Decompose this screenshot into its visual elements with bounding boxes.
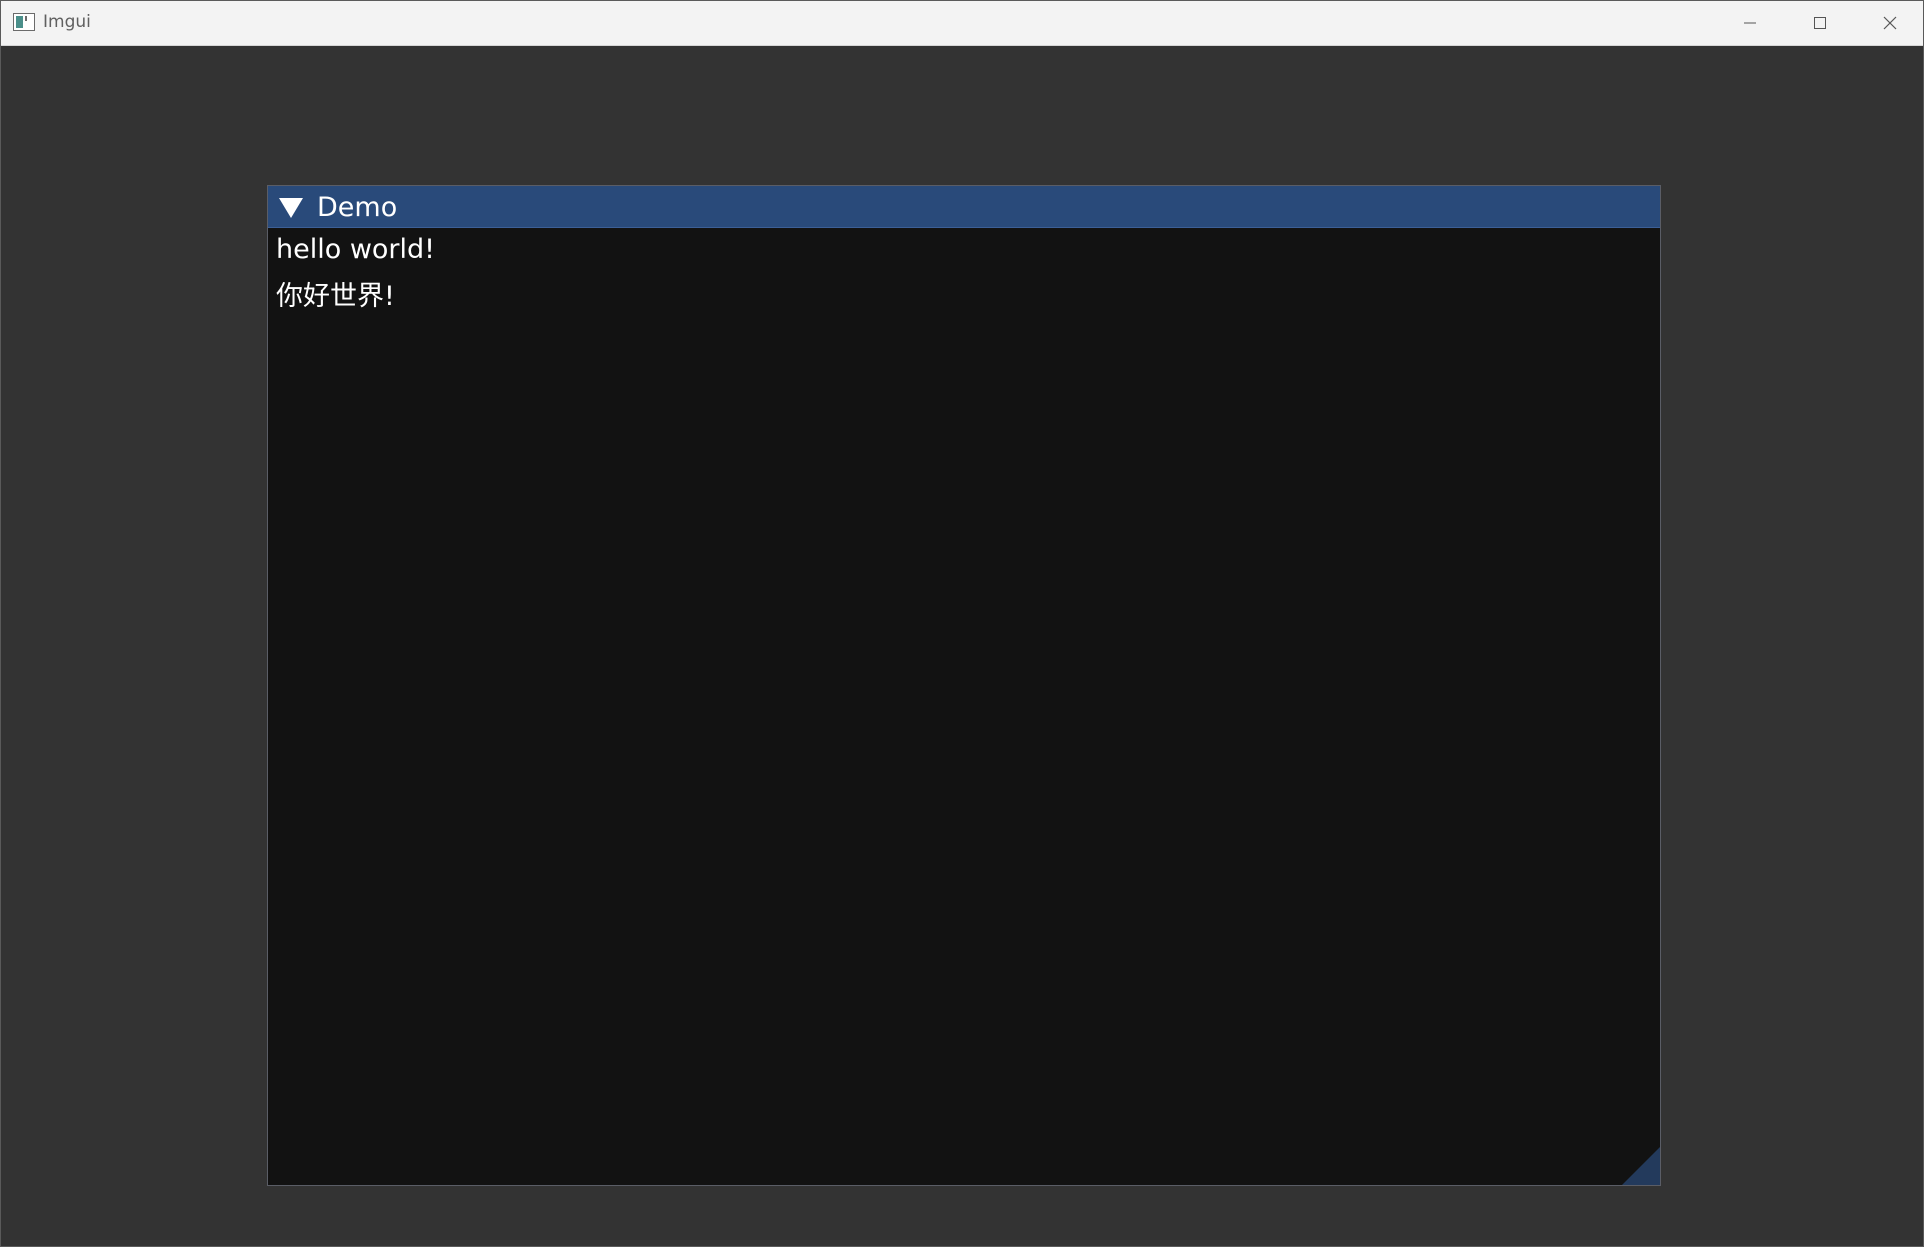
chinese-hello-world-text: 你好世界! [276,281,395,312]
client-area: Demo hello world! 你好世界! [1,46,1923,1246]
close-button[interactable] [1857,1,1923,45]
maximize-button[interactable] [1787,1,1853,45]
demo-window-content: hello world! 你好世界! [268,228,1660,1185]
window-titlebar[interactable]: Imgui [1,1,1923,46]
resize-grip-icon[interactable] [1622,1147,1660,1185]
minimize-button[interactable] [1717,1,1783,45]
window-title: Imgui [43,12,91,32]
demo-window[interactable]: Demo hello world! 你好世界! [267,185,1661,1186]
close-icon [1883,16,1897,30]
collapse-arrow-icon[interactable] [278,197,304,219]
application-window: Imgui Demo hello world! 你好世界! [0,0,1924,1247]
demo-window-titlebar[interactable]: Demo [268,186,1660,228]
app-icon [13,13,35,31]
maximize-icon [1813,16,1827,30]
demo-window-title: Demo [317,192,398,223]
hello-world-text: hello world! [276,234,435,265]
minimize-icon [1743,16,1757,30]
